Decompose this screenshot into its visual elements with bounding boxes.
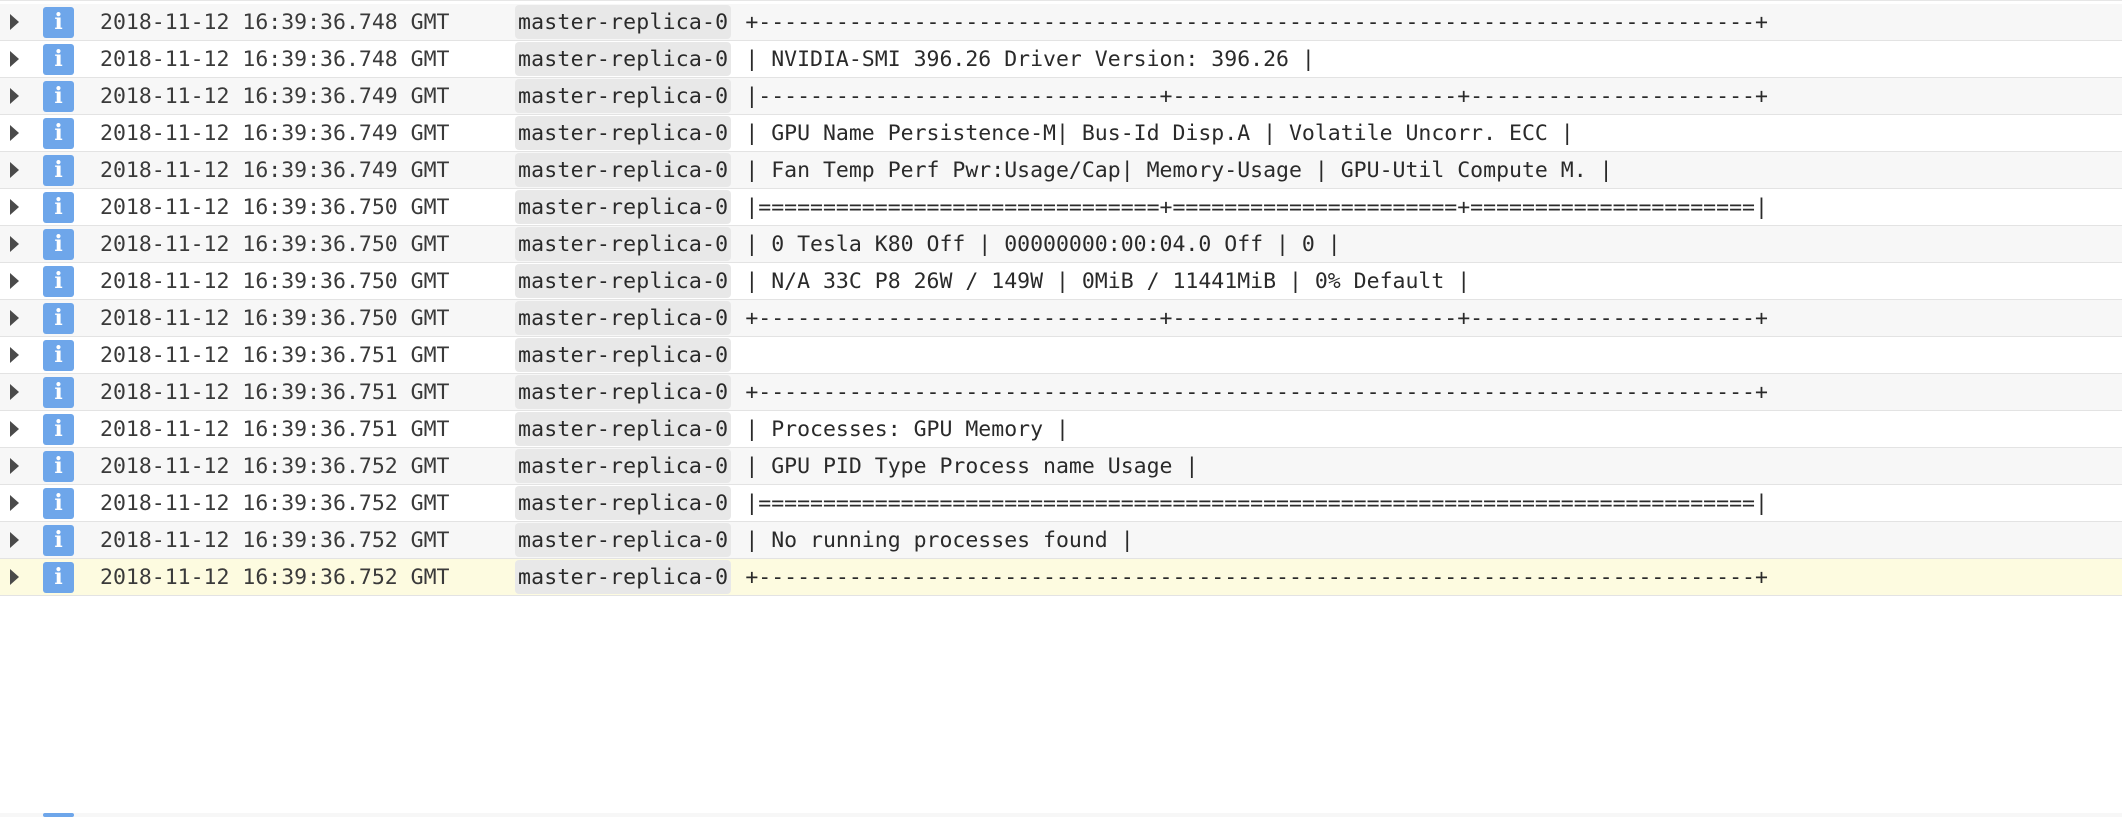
- log-entry-row[interactable]: i 2018-11-12 16:39:36.751 GMT master-repli…: [0, 337, 2122, 374]
- caret-right-icon[interactable]: [10, 569, 19, 585]
- log-message: +---------------------------------------…: [745, 379, 1768, 405]
- log-message: |===============================+=======…: [745, 194, 1768, 220]
- log-entry-row[interactable]: i 2018-11-12 16:39:36.752 GMT master-repli…: [0, 559, 2122, 596]
- info-icon: i: [43, 524, 74, 556]
- log-message: | N/A 33C P8 26W / 149W | 0MiB / 11441Mi…: [745, 268, 1471, 294]
- caret-right-icon[interactable]: [10, 495, 19, 511]
- log-timestamp: 2018-11-12 16:39:36.752 GMT: [100, 527, 450, 553]
- log-message: | Processes: GPU Memory |: [745, 416, 1069, 442]
- info-icon: i: [43, 376, 74, 408]
- caret-right-icon[interactable]: [10, 51, 19, 67]
- log-timestamp: 2018-11-12 16:39:36.748 GMT: [100, 46, 450, 72]
- log-source-chip[interactable]: master-replica-0: [515, 560, 732, 594]
- log-timestamp: 2018-11-12 16:39:36.751 GMT: [100, 342, 450, 368]
- log-source-chip[interactable]: master-replica-0: [515, 338, 732, 372]
- log-entry-row[interactable]: i 2018-11-12 16:39:36.752 GMT master-repli…: [0, 485, 2122, 522]
- info-icon: i: [43, 413, 74, 445]
- log-entry-row[interactable]: i 2018-11-12 16:39:36.751 GMT master-repli…: [0, 374, 2122, 411]
- info-icon: i: [43, 265, 74, 297]
- caret-right-icon[interactable]: [10, 14, 19, 30]
- caret-right-icon[interactable]: [10, 458, 19, 474]
- info-icon: [43, 813, 74, 817]
- caret-right-icon[interactable]: [10, 273, 19, 289]
- caret-right-icon[interactable]: [10, 421, 19, 437]
- partial-log-entry: [0, 813, 2122, 817]
- caret-right-icon[interactable]: [10, 384, 19, 400]
- log-timestamp: 2018-11-12 16:39:36.750 GMT: [100, 194, 450, 220]
- log-entry-row[interactable]: i 2018-11-12 16:39:36.750 GMT master-repli…: [0, 263, 2122, 300]
- log-message: |-------------------------------+-------…: [745, 83, 1768, 109]
- caret-right-icon[interactable]: [10, 310, 19, 326]
- log-source-chip[interactable]: master-replica-0: [515, 5, 732, 39]
- log-entry-row[interactable]: i 2018-11-12 16:39:36.751 GMT master-repli…: [0, 411, 2122, 448]
- log-timestamp: 2018-11-12 16:39:36.751 GMT: [100, 416, 450, 442]
- log-source-chip[interactable]: master-replica-0: [515, 190, 732, 224]
- log-entry-row[interactable]: i 2018-11-12 16:39:36.749 GMT master-repli…: [0, 78, 2122, 115]
- info-icon: i: [43, 117, 74, 149]
- log-source-chip[interactable]: master-replica-0: [515, 523, 732, 557]
- log-source-chip[interactable]: master-replica-0: [515, 301, 732, 335]
- log-timestamp: 2018-11-12 16:39:36.750 GMT: [100, 305, 450, 331]
- caret-right-icon[interactable]: [10, 88, 19, 104]
- info-icon: i: [43, 228, 74, 260]
- log-source-chip[interactable]: master-replica-0: [515, 449, 732, 483]
- log-timestamp: 2018-11-12 16:39:36.750 GMT: [100, 231, 450, 257]
- log-message: | 0 Tesla K80 Off | 00000000:00:04.0 Off…: [745, 231, 1341, 257]
- caret-right-icon[interactable]: [10, 347, 19, 363]
- log-source-chip[interactable]: master-replica-0: [515, 227, 732, 261]
- log-source-chip[interactable]: master-replica-0: [515, 375, 732, 409]
- log-message: | No running processes found |: [745, 527, 1134, 553]
- info-icon: i: [43, 487, 74, 519]
- log-timestamp: 2018-11-12 16:39:36.750 GMT: [100, 268, 450, 294]
- log-entry-row[interactable]: i 2018-11-12 16:39:36.750 GMT master-repli…: [0, 189, 2122, 226]
- log-source-chip[interactable]: master-replica-0: [515, 153, 732, 187]
- caret-right-icon[interactable]: [10, 199, 19, 215]
- log-entry-row[interactable]: i 2018-11-12 16:39:36.750 GMT master-repli…: [0, 300, 2122, 337]
- info-icon: i: [43, 80, 74, 112]
- caret-right-icon[interactable]: [10, 236, 19, 252]
- log-source-chip[interactable]: master-replica-0: [515, 79, 732, 113]
- log-timestamp: 2018-11-12 16:39:36.748 GMT: [100, 9, 450, 35]
- log-timestamp: 2018-11-12 16:39:36.751 GMT: [100, 379, 450, 405]
- log-entry-row[interactable]: i 2018-11-12 16:39:36.749 GMT master-repli…: [0, 115, 2122, 152]
- info-icon: i: [43, 450, 74, 482]
- info-icon: i: [43, 6, 74, 38]
- log-message: +---------------------------------------…: [745, 564, 1768, 590]
- log-source-chip[interactable]: master-replica-0: [515, 412, 732, 446]
- info-icon: i: [43, 561, 74, 593]
- log-message: |=======================================…: [745, 490, 1768, 516]
- caret-right-icon[interactable]: [10, 532, 19, 548]
- log-timestamp: 2018-11-12 16:39:36.752 GMT: [100, 564, 450, 590]
- log-timestamp: 2018-11-12 16:39:36.749 GMT: [100, 157, 450, 183]
- log-entry-row[interactable]: i 2018-11-12 16:39:36.749 GMT master-repli…: [0, 152, 2122, 189]
- log-entry-row[interactable]: i 2018-11-12 16:39:36.750 GMT master-repli…: [0, 226, 2122, 263]
- log-viewer: i 2018-11-12 16:39:36.748 GMT master-repli…: [0, 0, 2122, 817]
- log-source-chip[interactable]: master-replica-0: [515, 264, 732, 298]
- log-timestamp: 2018-11-12 16:39:36.752 GMT: [100, 490, 450, 516]
- info-icon: i: [43, 43, 74, 75]
- log-timestamp: 2018-11-12 16:39:36.749 GMT: [100, 120, 450, 146]
- log-entry-row[interactable]: i 2018-11-12 16:39:36.752 GMT master-repli…: [0, 522, 2122, 559]
- log-entry-row[interactable]: i 2018-11-12 16:39:36.748 GMT master-repli…: [0, 41, 2122, 78]
- log-message: +-------------------------------+-------…: [745, 305, 1768, 331]
- info-icon: i: [43, 339, 74, 371]
- caret-right-icon[interactable]: [10, 125, 19, 141]
- log-message: | NVIDIA-SMI 396.26 Driver Version: 396.…: [745, 46, 1315, 72]
- log-message: | Fan Temp Perf Pwr:Usage/Cap| Memory-Us…: [745, 157, 1613, 183]
- info-icon: i: [43, 154, 74, 186]
- log-source-chip[interactable]: master-replica-0: [515, 116, 732, 150]
- log-message: | GPU PID Type Process name Usage |: [745, 453, 1199, 479]
- caret-right-icon[interactable]: [10, 162, 19, 178]
- log-message: | GPU Name Persistence-M| Bus-Id Disp.A …: [745, 120, 1574, 146]
- log-source-chip[interactable]: master-replica-0: [515, 486, 732, 520]
- info-icon: i: [43, 191, 74, 223]
- log-timestamp: 2018-11-12 16:39:36.749 GMT: [100, 83, 450, 109]
- log-entry-row[interactable]: i 2018-11-12 16:39:36.748 GMT master-repli…: [0, 4, 2122, 41]
- log-entry-row[interactable]: i 2018-11-12 16:39:36.752 GMT master-repli…: [0, 448, 2122, 485]
- log-timestamp: 2018-11-12 16:39:36.752 GMT: [100, 453, 450, 479]
- log-source-chip[interactable]: master-replica-0: [515, 42, 732, 76]
- log-message: +---------------------------------------…: [745, 9, 1768, 35]
- info-icon: i: [43, 302, 74, 334]
